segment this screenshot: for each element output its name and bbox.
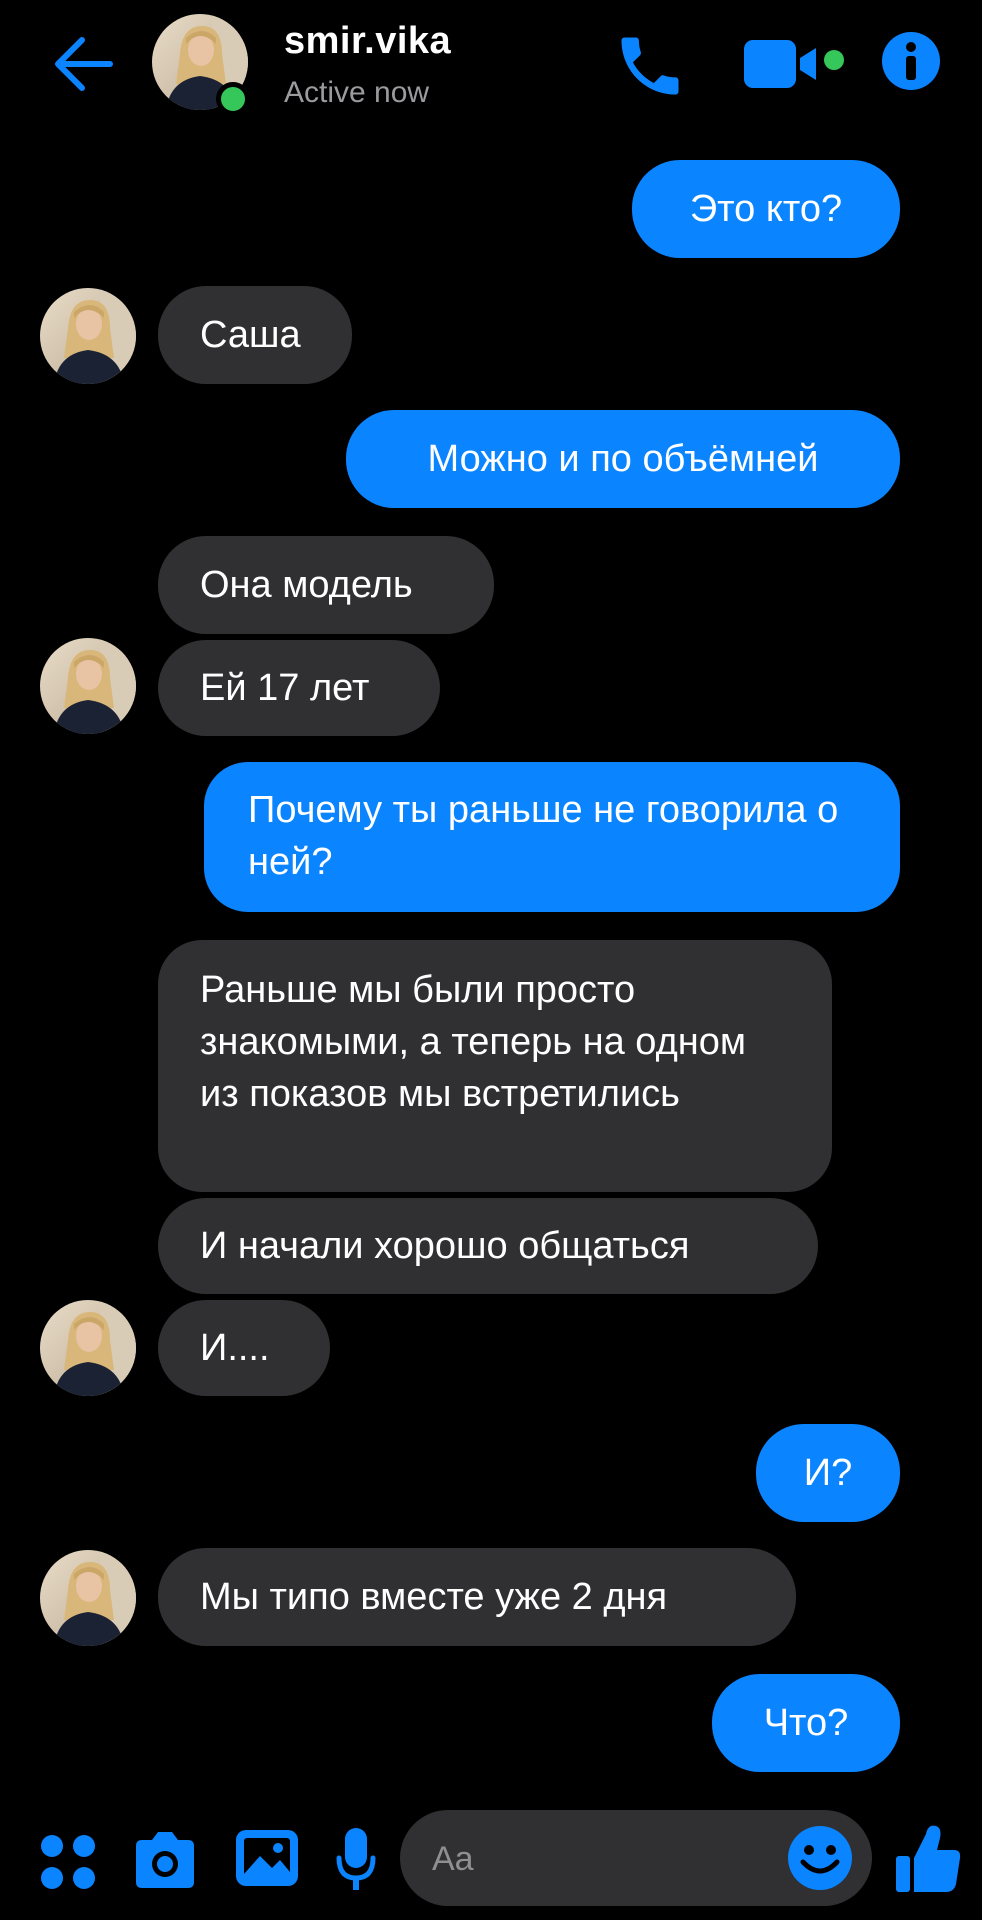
back-arrow-icon [55, 37, 113, 91]
outgoing-message[interactable]: Что? [712, 1674, 900, 1772]
incoming-message[interactable]: И.... [158, 1300, 330, 1396]
phone-icon [621, 37, 679, 95]
emoji-icon [788, 1826, 852, 1890]
incoming-message[interactable]: И начали хорошо общаться [158, 1198, 818, 1294]
gallery-button[interactable] [234, 1828, 300, 1890]
camera-button[interactable] [132, 1830, 198, 1890]
apps-button[interactable] [38, 1832, 98, 1892]
outgoing-message[interactable]: Можно и по объёмней [346, 410, 900, 508]
message-composer [0, 1800, 982, 1920]
sender-avatar[interactable] [40, 288, 136, 384]
incoming-message[interactable]: Ей 17 лет [158, 640, 440, 736]
outgoing-message[interactable]: Это кто? [632, 160, 900, 258]
like-button[interactable] [894, 1822, 962, 1896]
back-button[interactable] [50, 30, 120, 100]
microphone-icon [336, 1828, 376, 1890]
gallery-icon [236, 1830, 298, 1886]
message-field [400, 1810, 872, 1908]
incoming-message[interactable]: Саша [158, 286, 352, 384]
outgoing-message[interactable]: Почему ты раньше не говорила о ней? [204, 762, 900, 912]
thumbs-up-icon [896, 1825, 961, 1892]
video-camera-icon [744, 40, 844, 88]
voice-call-button[interactable] [612, 28, 688, 104]
info-icon [882, 32, 940, 90]
camera-icon [136, 1832, 194, 1888]
message-input[interactable] [430, 1810, 764, 1908]
sender-avatar[interactable] [40, 1300, 136, 1396]
video-call-button[interactable] [742, 36, 850, 92]
apps-icon [41, 1835, 95, 1889]
contact-name[interactable]: smir.vika [284, 20, 451, 63]
outgoing-message[interactable]: И? [756, 1424, 900, 1522]
voice-message-button[interactable] [336, 1826, 376, 1894]
incoming-message[interactable]: Она модель [158, 536, 494, 634]
incoming-message[interactable]: Мы типо вместе уже 2 дня [158, 1548, 796, 1646]
contact-status: Active now [284, 76, 430, 109]
info-button[interactable] [880, 30, 942, 92]
incoming-message[interactable]: Раньше мы были просто знакомыми, а тепер… [158, 940, 832, 1192]
sender-avatar[interactable] [40, 638, 136, 734]
sender-avatar[interactable] [40, 1550, 136, 1646]
chat-header: smir.vika Active now [0, 0, 982, 140]
emoji-button[interactable] [786, 1824, 854, 1892]
online-indicator [216, 82, 250, 116]
